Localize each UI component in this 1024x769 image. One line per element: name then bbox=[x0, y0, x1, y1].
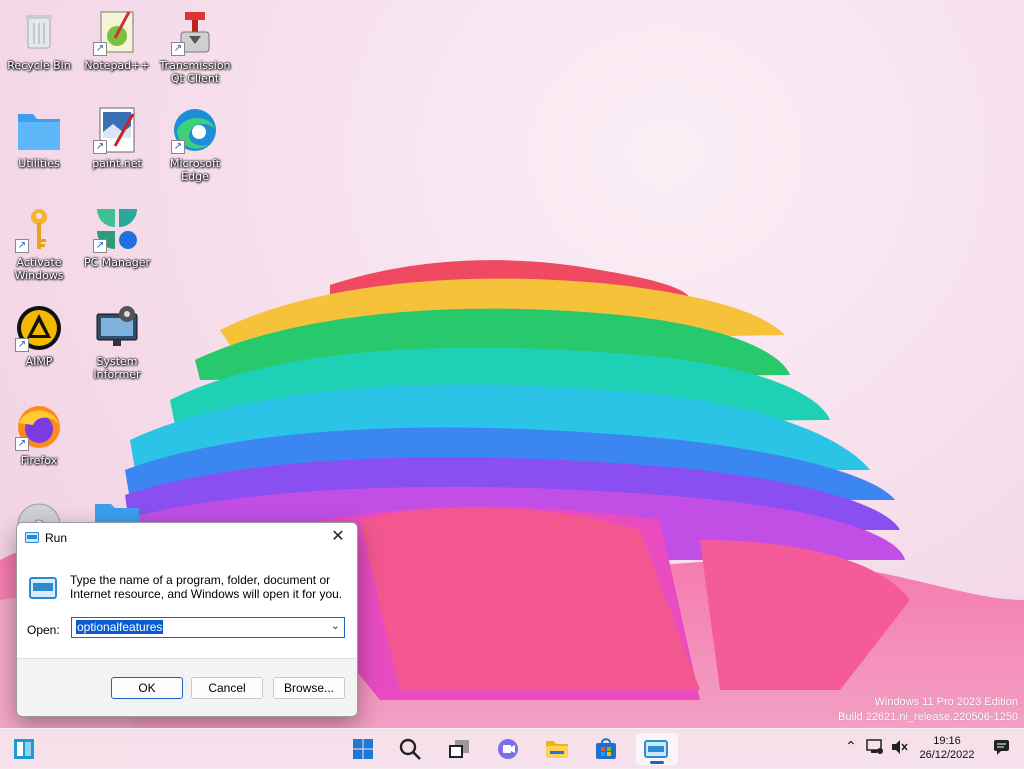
open-label: Open: bbox=[27, 623, 60, 637]
desktop-icon-paintnet[interactable]: ↗ paint.net bbox=[79, 106, 155, 170]
desktop-icon-aimp[interactable]: ↗ AIMP bbox=[1, 304, 77, 368]
desktop-icon-label: paint.net bbox=[92, 157, 142, 170]
desktop-icon-label: Microsoft Edge bbox=[169, 157, 221, 183]
run-app-icon bbox=[644, 740, 668, 758]
chevron-up-icon[interactable]: ⌃ bbox=[845, 739, 857, 755]
shortcut-arrow-icon: ↗ bbox=[15, 338, 29, 352]
store-button[interactable] bbox=[588, 733, 624, 765]
open-input-value[interactable]: optionalfeatures bbox=[76, 620, 164, 634]
firefox-icon: ↗ bbox=[15, 403, 63, 451]
run-dialog-body: Type the name of a program, folder, docu… bbox=[17, 553, 357, 659]
desktop-icon-label: PC Manager bbox=[83, 256, 151, 269]
folder-icon bbox=[95, 504, 139, 524]
desktop-icon-transmission[interactable]: ↗ Transmission Qt Client bbox=[157, 8, 233, 85]
desktop-icon-notepadpp[interactable]: ↗ Notepad++ bbox=[79, 8, 155, 72]
notepadpp-icon: ↗ bbox=[93, 8, 141, 56]
folder-icon bbox=[15, 106, 63, 154]
search-button[interactable] bbox=[392, 733, 428, 765]
shortcut-arrow-icon: ↗ bbox=[171, 42, 185, 56]
file-explorer-button[interactable] bbox=[539, 733, 575, 765]
shortcut-arrow-icon: ↗ bbox=[15, 437, 29, 451]
start-button[interactable] bbox=[345, 733, 381, 765]
shortcut-arrow-icon: ↗ bbox=[93, 239, 107, 253]
desktop-icon-label: Transmission Qt Client bbox=[159, 59, 231, 85]
widgets-button[interactable] bbox=[6, 733, 42, 765]
transmission-icon: ↗ bbox=[171, 8, 219, 56]
notification-icon[interactable] bbox=[993, 739, 1011, 755]
browse-button[interactable]: Browse... bbox=[273, 677, 345, 699]
store-icon bbox=[596, 738, 616, 759]
volume-muted-icon[interactable] bbox=[890, 739, 908, 755]
edition-watermark: Windows 11 Pro 2023 Edition Build 22621.… bbox=[838, 695, 1018, 725]
clock-time: 19:16 bbox=[933, 735, 961, 747]
close-button[interactable]: ✕ bbox=[327, 527, 349, 547]
network-icon[interactable] bbox=[866, 739, 884, 755]
run-dialog[interactable]: Run ✕ Type the name of a program, folder… bbox=[16, 522, 358, 717]
taskbar: ⌃ 19:16 26/12/2022 bbox=[0, 728, 1024, 769]
desktop-icon-label: Firefox bbox=[20, 454, 58, 467]
teams-chat-icon bbox=[498, 739, 518, 759]
desktop-icon-label: Notepad++ bbox=[84, 59, 150, 72]
teams-chat-button[interactable] bbox=[490, 733, 526, 765]
task-view-icon bbox=[449, 740, 469, 758]
desktop-icon-folder[interactable] bbox=[93, 502, 141, 524]
desktop-icon-label: AIMP bbox=[25, 355, 53, 368]
run-description: Type the name of a program, folder, docu… bbox=[70, 573, 343, 601]
shortcut-arrow-icon: ↗ bbox=[171, 140, 185, 154]
aimp-icon: ↗ bbox=[15, 304, 63, 352]
clock[interactable]: 19:16 26/12/2022 bbox=[912, 734, 982, 762]
key-icon: ↗ bbox=[15, 205, 63, 253]
run-icon bbox=[25, 532, 39, 543]
active-indicator bbox=[650, 761, 664, 764]
file-explorer-icon bbox=[546, 741, 568, 758]
open-combobox[interactable]: optionalfeatures ⌄ bbox=[71, 617, 345, 638]
widgets-icon bbox=[14, 739, 34, 759]
run-program-icon bbox=[29, 577, 57, 599]
desktop-icon-label: Activate Windows bbox=[14, 256, 64, 282]
shortcut-arrow-icon: ↗ bbox=[15, 239, 29, 253]
system-informer-icon bbox=[93, 304, 141, 352]
desktop-icon-firefox[interactable]: ↗ Firefox bbox=[1, 403, 77, 467]
edge-icon: ↗ bbox=[171, 106, 219, 154]
paintnet-icon: ↗ bbox=[93, 106, 141, 154]
start-icon bbox=[353, 739, 373, 759]
task-view-button[interactable] bbox=[441, 733, 477, 765]
desktop-icon-label: System Informer bbox=[93, 355, 141, 381]
shortcut-arrow-icon: ↗ bbox=[93, 140, 107, 154]
desktop-icon-activate-windows[interactable]: ↗ Activate Windows bbox=[1, 205, 77, 282]
desktop-icon-label: Recycle Bin bbox=[7, 59, 71, 72]
desktop-icon-recycle-bin[interactable]: Recycle Bin bbox=[1, 8, 77, 72]
desktop-icon-pc-manager[interactable]: ↗ PC Manager bbox=[79, 205, 155, 269]
pc-manager-icon: ↗ bbox=[93, 205, 141, 253]
watermark-edition: Windows 11 Pro 2023 Edition bbox=[874, 696, 1019, 708]
desktop-icon-label: Utilities bbox=[18, 157, 60, 170]
clock-date: 26/12/2022 bbox=[919, 749, 975, 761]
cancel-button[interactable]: Cancel bbox=[191, 677, 263, 699]
search-icon bbox=[399, 738, 421, 760]
desktop-icon-system-informer[interactable]: System Informer bbox=[79, 304, 155, 381]
ok-button[interactable]: OK bbox=[111, 677, 183, 699]
shortcut-arrow-icon: ↗ bbox=[93, 42, 107, 56]
recycle-bin-icon bbox=[15, 8, 63, 56]
chevron-down-icon[interactable]: ⌄ bbox=[331, 619, 340, 632]
dialog-title: Run bbox=[45, 531, 68, 545]
run-taskbar-button[interactable] bbox=[636, 733, 678, 765]
run-dialog-titlebar[interactable]: Run ✕ bbox=[17, 523, 357, 553]
desktop-icon-edge[interactable]: ↗ Microsoft Edge bbox=[157, 106, 233, 183]
watermark-build: Build 22621.ni_release.220506-1250 bbox=[838, 711, 1018, 723]
desktop-icon-utilities[interactable]: Utilities bbox=[1, 106, 77, 170]
